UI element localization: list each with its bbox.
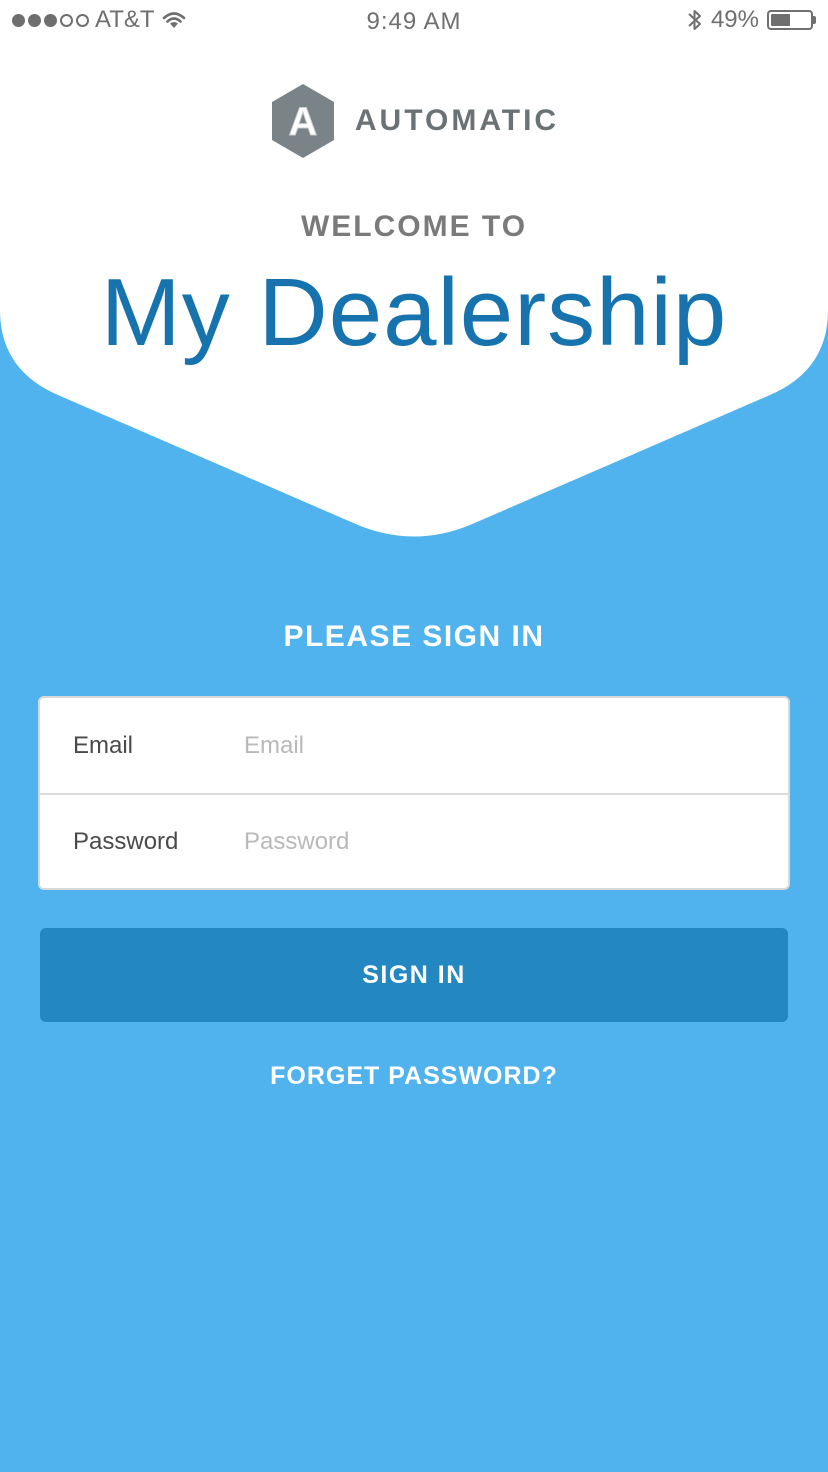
brand-name: AUTOMATIC [354,104,560,137]
status-right: 49% [687,6,816,34]
bluetooth-icon [688,10,701,30]
battery-icon [767,10,816,30]
sign-in-button[interactable]: SIGN IN [40,928,788,1022]
sign-in-form: Email Password [38,696,790,890]
logo-letter: A [288,100,317,144]
password-field[interactable] [244,811,768,872]
welcome-text: WELCOME TO [300,210,528,243]
sign-in-heading: PLEASE SIGN IN [283,620,545,653]
email-label: Email [73,731,134,759]
email-row: Email [40,698,788,793]
password-row: Password [40,793,788,888]
battery-tip [813,16,816,24]
battery-percent: 49% [710,6,759,33]
brand-header: A AUTOMATIC [0,82,828,160]
status-bar: AT&T 9:49 AM 49% [0,0,828,44]
password-label: Password [73,827,179,855]
email-field[interactable] [244,715,768,776]
battery-fill [771,14,790,26]
forgot-password-link[interactable]: FORGET PASSWORD? [0,1062,828,1091]
app-title: My Dealership [100,259,728,366]
sign-in-screen: AT&T 9:49 AM 49% A AUTOMATIC WELCOME TO … [0,0,828,1472]
battery-body [767,10,813,30]
automatic-logo-icon: A [271,84,334,158]
